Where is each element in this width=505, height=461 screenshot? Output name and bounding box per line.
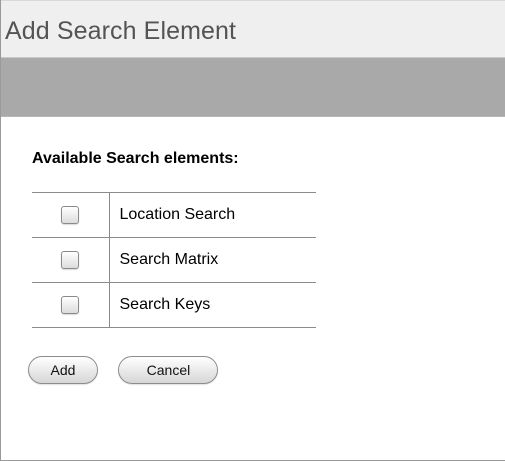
table-row: Search Matrix	[32, 237, 316, 283]
element-label: Search Keys	[109, 282, 316, 328]
checkbox-cell	[32, 282, 110, 328]
table-row: Search Keys	[32, 282, 316, 328]
table-row: Location Search	[32, 192, 316, 238]
search-matrix-checkbox[interactable]	[61, 250, 80, 269]
checkbox-cell	[32, 192, 110, 238]
add-search-element-dialog: Add Search Element Available Search elem…	[0, 0, 505, 461]
toolbar-band	[1, 58, 505, 117]
search-keys-checkbox[interactable]	[61, 295, 80, 314]
cancel-button[interactable]: Cancel	[118, 356, 219, 384]
checkbox-cell	[32, 237, 110, 283]
element-label: Location Search	[109, 192, 316, 238]
dialog-content: Available Search elements: Location Sear…	[1, 117, 505, 384]
section-heading: Available Search elements:	[32, 150, 239, 167]
button-row: Add Cancel	[28, 356, 505, 384]
title-bar: Add Search Element	[1, 0, 505, 58]
dialog-title: Add Search Element	[5, 17, 237, 45]
element-label: Search Matrix	[109, 237, 316, 283]
search-elements-table: Location Search Search Matrix Search Key…	[32, 192, 316, 328]
location-search-checkbox[interactable]	[61, 205, 80, 224]
add-button[interactable]: Add	[28, 356, 98, 384]
